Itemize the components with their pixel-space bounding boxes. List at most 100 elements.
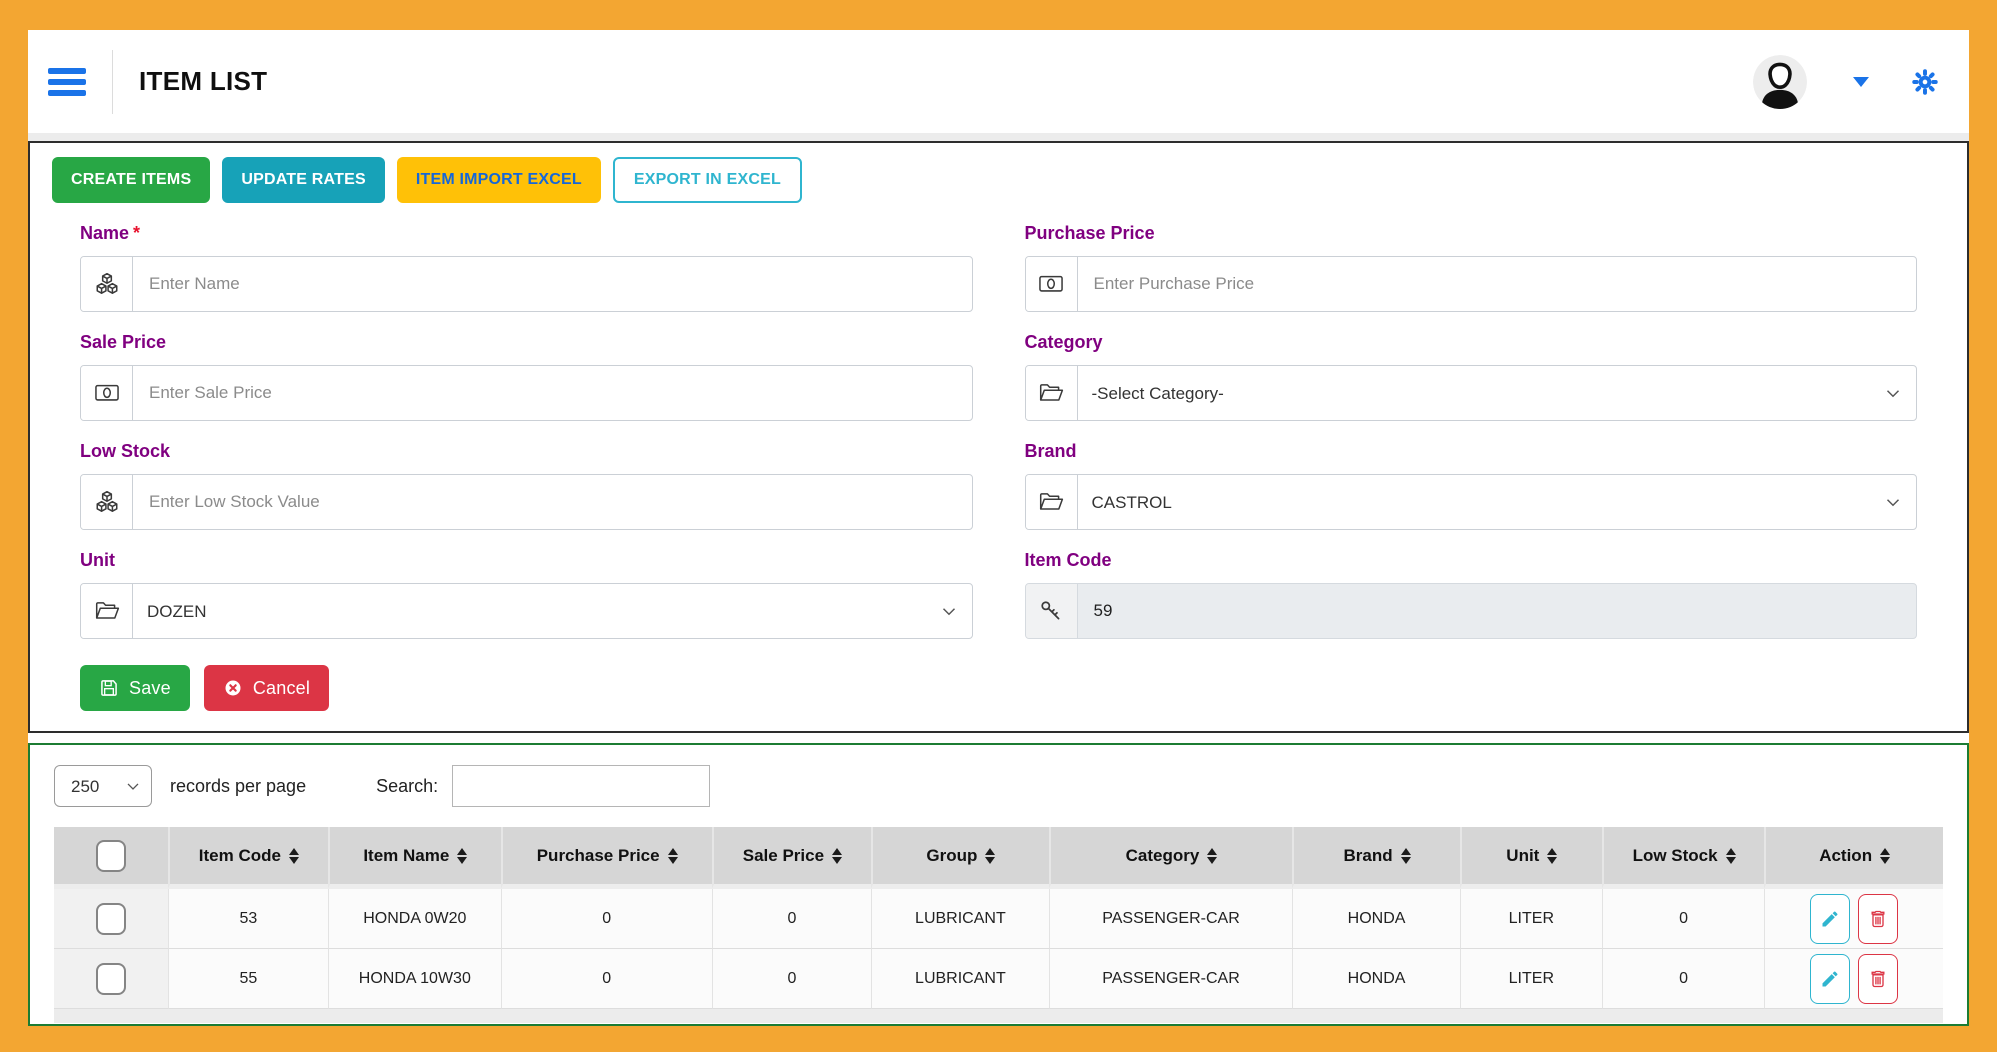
cell-sale-price: 0 — [712, 889, 871, 949]
cell-brand: HONDA — [1292, 889, 1459, 949]
low-stock-field-group: Low Stock — [80, 441, 973, 530]
purchase-price-label: Purchase Price — [1025, 223, 1918, 244]
sort-icon — [289, 848, 299, 864]
column-header-purchase-price[interactable]: Purchase Price — [501, 827, 712, 889]
column-header-unit[interactable]: Unit — [1460, 827, 1602, 889]
row-checkbox[interactable] — [96, 903, 126, 935]
category-field-group: Category -Select Category- — [1025, 332, 1918, 421]
cell-low-stock: 0 — [1602, 889, 1764, 949]
save-icon — [99, 678, 119, 698]
cell-sale-price: 0 — [712, 949, 871, 1009]
records-per-page-label: records per page — [170, 776, 306, 797]
column-label: Action — [1819, 846, 1872, 865]
gear-icon[interactable] — [1911, 68, 1939, 96]
folder-open-icon — [1026, 475, 1078, 529]
save-button-label: Save — [129, 678, 171, 699]
hamburger-menu-icon[interactable] — [48, 68, 86, 96]
table-header-row: Item Code Item Name Purchase Price Sale … — [54, 827, 1943, 889]
page-size-select[interactable]: 250 — [54, 765, 152, 807]
column-header-sale-price[interactable]: Sale Price — [712, 827, 871, 889]
chevron-down-icon[interactable] — [1853, 77, 1869, 87]
cancel-button[interactable]: Cancel — [204, 665, 329, 711]
category-label: Category — [1025, 332, 1918, 353]
column-header-action[interactable]: Action — [1764, 827, 1943, 889]
header-right — [1753, 55, 1939, 109]
column-label: Item Name — [363, 846, 449, 865]
money-bill-icon — [81, 366, 133, 420]
unit-label: Unit — [80, 550, 973, 571]
cell-group: LUBRICANT — [871, 889, 1049, 949]
app-frame: ITEM LIST — [0, 0, 1997, 1052]
sort-icon — [1547, 848, 1557, 864]
sale-price-label: Sale Price — [80, 332, 973, 353]
page-title: ITEM LIST — [139, 66, 267, 97]
cell-item-name: HONDA 10W30 — [328, 949, 501, 1009]
name-field-group: Name* — [80, 223, 973, 312]
sort-icon — [1207, 848, 1217, 864]
brand-select[interactable]: CASTROL — [1078, 475, 1917, 529]
column-header-item-code[interactable]: Item Code — [168, 827, 328, 889]
sort-icon — [985, 848, 995, 864]
table-row: 55 HONDA 10W30 0 0 LUBRICANT PASSENGER-C… — [54, 949, 1943, 1009]
sale-price-input[interactable] — [133, 366, 972, 420]
column-label: Brand — [1343, 846, 1392, 865]
table-controls: 250 records per page Search: — [54, 765, 1943, 807]
name-input[interactable] — [133, 257, 972, 311]
item-table-panel: 250 records per page Search: Item Code I… — [28, 743, 1969, 1026]
name-label: Name* — [80, 223, 973, 244]
cell-purchase-price: 0 — [501, 949, 712, 1009]
pencil-icon — [1820, 909, 1840, 929]
user-avatar[interactable] — [1753, 55, 1807, 109]
export-in-excel-button[interactable]: EXPORT IN EXCEL — [613, 157, 802, 203]
pencil-icon — [1820, 969, 1840, 989]
column-header-low-stock[interactable]: Low Stock — [1602, 827, 1764, 889]
brand-label: Brand — [1025, 441, 1918, 462]
column-label: Low Stock — [1633, 846, 1718, 865]
save-button[interactable]: Save — [80, 665, 190, 711]
low-stock-input[interactable] — [133, 475, 972, 529]
column-header-item-name[interactable]: Item Name — [328, 827, 501, 889]
update-rates-button[interactable]: UPDATE RATES — [222, 157, 384, 203]
create-items-button[interactable]: CREATE ITEMS — [52, 157, 210, 203]
column-header-group[interactable]: Group — [871, 827, 1049, 889]
column-label: Unit — [1506, 846, 1539, 865]
search-input[interactable] — [452, 765, 710, 807]
cell-low-stock: 0 — [1602, 949, 1764, 1009]
column-label: Category — [1126, 846, 1200, 865]
trash-icon — [1868, 909, 1888, 929]
column-header-category[interactable]: Category — [1049, 827, 1293, 889]
edit-button[interactable] — [1810, 894, 1850, 944]
sort-icon — [1880, 848, 1890, 864]
cell-purchase-price: 0 — [501, 889, 712, 949]
folder-open-icon — [81, 584, 133, 638]
item-code-field-group: Item Code — [1025, 550, 1918, 639]
header-separator — [28, 133, 1969, 141]
category-select[interactable]: -Select Category- — [1078, 366, 1917, 420]
item-code-input — [1078, 584, 1917, 638]
delete-button[interactable] — [1858, 894, 1898, 944]
cell-category: PASSENGER-CAR — [1049, 949, 1293, 1009]
row-checkbox[interactable] — [96, 963, 126, 995]
purchase-price-input[interactable] — [1078, 257, 1917, 311]
cell-item-code: 53 — [168, 889, 328, 949]
column-header-brand[interactable]: Brand — [1292, 827, 1459, 889]
form-actions: Save Cancel — [80, 665, 1945, 711]
money-bill-icon — [1026, 257, 1078, 311]
delete-button[interactable] — [1858, 954, 1898, 1004]
next-row-partial — [54, 1009, 1943, 1023]
unit-field-group: Unit DOZEN — [80, 550, 973, 639]
unit-select[interactable]: DOZEN — [133, 584, 972, 638]
sort-icon — [457, 848, 467, 864]
app-header: ITEM LIST — [28, 30, 1969, 133]
cell-category: PASSENGER-CAR — [1049, 889, 1293, 949]
item-import-excel-button[interactable]: ITEM IMPORT EXCEL — [397, 157, 601, 203]
select-all-checkbox[interactable] — [96, 840, 126, 872]
cell-unit: LITER — [1460, 949, 1602, 1009]
edit-button[interactable] — [1810, 954, 1850, 1004]
cubes-icon — [81, 475, 133, 529]
required-asterisk: * — [133, 223, 140, 243]
cell-item-code: 55 — [168, 949, 328, 1009]
cubes-icon — [81, 257, 133, 311]
cell-unit: LITER — [1460, 889, 1602, 949]
toolbar: CREATE ITEMS UPDATE RATES ITEM IMPORT EX… — [52, 157, 1945, 203]
